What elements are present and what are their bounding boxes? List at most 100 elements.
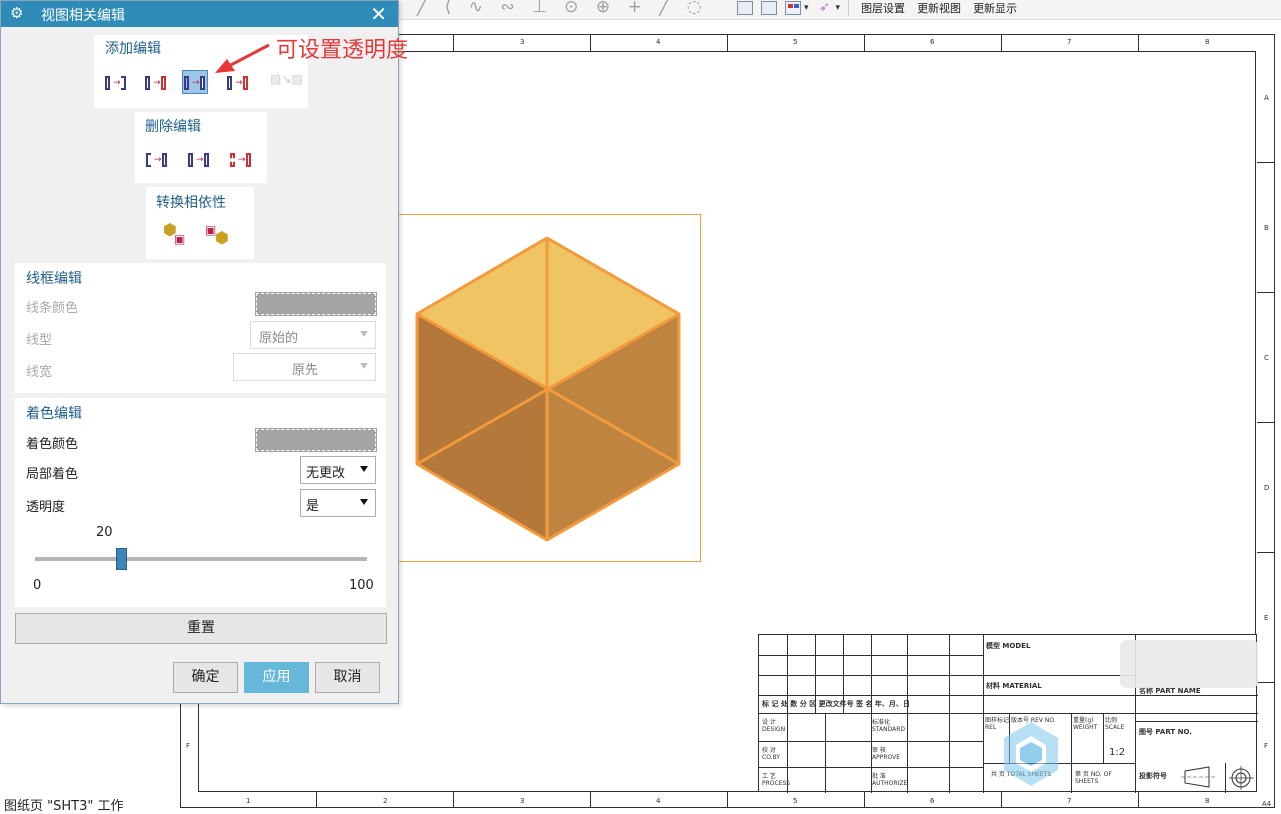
- model-label: 模型 MODEL: [986, 642, 1031, 650]
- standard-label: 标准化 STANDARD: [872, 719, 906, 733]
- zone-label-right: F: [1264, 742, 1269, 750]
- transparency-select[interactable]: 是: [300, 489, 376, 517]
- view-image-icon[interactable]: [761, 1, 777, 15]
- zone-tick: [453, 34, 454, 51]
- shade-color-label: 着色颜色: [26, 437, 79, 452]
- authorize-label: 批 准 AUTHORIZE: [872, 773, 908, 787]
- frame-icon: [227, 76, 232, 90]
- edit-shaded-object-button[interactable]: →: [182, 70, 208, 94]
- line-color-label: 线条颜色: [26, 301, 79, 316]
- zone-label-left: F: [186, 742, 191, 750]
- part-name-label: 名称 PART NAME: [1139, 687, 1201, 695]
- layer-settings-button[interactable]: 图层设置: [861, 0, 905, 16]
- zone-tick: [727, 792, 728, 808]
- transparency-slider-thumb[interactable]: [115, 548, 127, 570]
- zone-label-bottom: 5: [793, 797, 798, 805]
- update-view-button[interactable]: 更新视图: [917, 0, 961, 16]
- arrow-icon: →: [113, 78, 121, 88]
- sheet-size-label: A4: [1262, 800, 1272, 808]
- line-type-select[interactable]: 原始的: [250, 321, 376, 349]
- arrow-icon: →: [153, 78, 161, 88]
- line-width-label: 线宽: [26, 365, 53, 380]
- convert-dependency-group: 转换相依性 ⬢ ▣ ▣ ⬢: [146, 187, 254, 259]
- delete-selected-erasures-button[interactable]: →: [145, 148, 171, 172]
- design-label: 设 计 DESIGN: [762, 719, 786, 733]
- shade-color-swatch[interactable]: [255, 428, 377, 452]
- zone-label-right: E: [1264, 614, 1269, 622]
- zone-tick: [864, 34, 865, 51]
- cancel-button[interactable]: 取消: [315, 662, 380, 693]
- transparent-cube-view[interactable]: [399, 214, 701, 562]
- layout-grid-icon[interactable]: [785, 1, 801, 15]
- zoom-view-icon[interactable]: [737, 1, 753, 15]
- zone-label-top: 5: [793, 38, 798, 46]
- close-icon[interactable]: ✕: [370, 2, 387, 26]
- transparency-slider-track[interactable]: [35, 557, 367, 561]
- chevron-down-icon: [360, 331, 368, 337]
- blurred-region: [1120, 640, 1258, 688]
- slider-max: 100: [349, 578, 374, 593]
- convert-dependency-title: 转换相依性: [156, 195, 226, 211]
- frame-icon: [105, 76, 110, 90]
- zone-label-right: C: [1264, 354, 1269, 362]
- chevron-down-icon[interactable]: ▾: [836, 3, 841, 13]
- projection-circle-icon: [1229, 766, 1254, 790]
- zone-label-top: 6: [930, 38, 935, 46]
- chevron-down-icon[interactable]: ▾: [804, 3, 809, 13]
- zone-tick: [1138, 34, 1139, 51]
- zone-label-top: 3: [520, 38, 525, 46]
- arrow-icon: →: [154, 155, 162, 165]
- view-to-model-button[interactable]: ▣ ⬢: [204, 221, 230, 247]
- zone-tick: [864, 792, 865, 808]
- line-width-select[interactable]: 原先: [233, 353, 376, 381]
- zone-label-right: A: [1264, 94, 1269, 102]
- sketch-curve-tools[interactable]: ╱ ⟨ ∿ ∾ ⊥ ⊙ ⊕ + ╱ ◌: [417, 0, 708, 17]
- weight-label: 重量(g) WEIGHT: [1073, 717, 1098, 731]
- update-display-button[interactable]: 更新显示: [973, 0, 1017, 16]
- checked-label: 校 对 CO.BY: [762, 747, 781, 761]
- gear-icon[interactable]: ⚙: [10, 4, 23, 22]
- model-to-view-button[interactable]: ⬢ ▣: [162, 221, 188, 247]
- zone-label-top: 8: [1205, 38, 1210, 46]
- erase-objects-button[interactable]: →: [104, 71, 130, 95]
- toolbar-divider: [848, 0, 850, 16]
- status-text: 图纸页 "SHT3" 工作: [4, 799, 124, 814]
- top-toolbar: ╱ ⟨ ∿ ∾ ⊥ ⊙ ⊕ + ╱ ◌ ▾ ➶ ▾ 图层设置 更新视图 更新显示: [399, 0, 1281, 20]
- zone-tick: [1257, 292, 1274, 293]
- toolbar-right-group: ▾ ➶ ▾ 图层设置 更新视图 更新显示: [737, 0, 1017, 16]
- dialog-titlebar[interactable]: ⚙ 视图相关编辑 ✕: [1, 1, 398, 27]
- partial-shade-select[interactable]: 无更改: [300, 456, 376, 484]
- zone-label-bottom: 8: [1205, 797, 1210, 805]
- cube-icon: ⬢: [215, 228, 229, 247]
- ok-button[interactable]: 确定: [173, 662, 238, 693]
- add-edit-title: 添加编辑: [105, 41, 161, 57]
- logo-watermark-icon: [1004, 722, 1058, 786]
- delete-selected-modifications-button[interactable]: →: [187, 148, 213, 172]
- zone-label-bottom: 2: [383, 797, 388, 805]
- slider-min: 0: [33, 578, 42, 593]
- apply-button[interactable]: 应用: [244, 662, 309, 693]
- frame-icon: [161, 76, 166, 90]
- shading-edit-title: 着色编辑: [26, 406, 82, 422]
- scale-label: 比例 SCALE: [1105, 717, 1125, 731]
- app-window: { "dialog": { "title": "视图相关编辑", "close_…: [0, 0, 1281, 814]
- delete-all-modifications-button[interactable]: →: [229, 148, 255, 172]
- zone-label-top: 4: [656, 38, 661, 46]
- frame-icon: [184, 76, 189, 90]
- reset-button[interactable]: 重置: [15, 613, 387, 644]
- part-no-label: 图号 PART NO.: [1139, 728, 1192, 736]
- zone-label-bottom: 7: [1067, 797, 1072, 805]
- frame-icon: [146, 153, 151, 167]
- revision-header: 标 记 处 数 分 区 更改文件号 签 名 年、月、日: [762, 700, 910, 708]
- delete-edit-title: 删除编辑: [145, 119, 201, 135]
- view-dependent-edit-dialog: ⚙ 视图相关编辑 ✕ 添加编辑 → → → → ▨↘▨ 可设置透明度 删除编辑 …: [0, 0, 408, 704]
- zone-tick: [453, 792, 454, 808]
- transparency-label: 透明度: [26, 500, 66, 515]
- arrow-icon: →: [196, 155, 204, 165]
- line-type-value: 原始的: [259, 331, 299, 346]
- frame-icon: [230, 153, 235, 167]
- edit-complete-object-button[interactable]: →: [144, 71, 170, 95]
- line-color-swatch[interactable]: [255, 292, 377, 316]
- paint-arrow-icon[interactable]: ➶: [817, 1, 833, 15]
- partial-shade-value: 无更改: [306, 466, 346, 481]
